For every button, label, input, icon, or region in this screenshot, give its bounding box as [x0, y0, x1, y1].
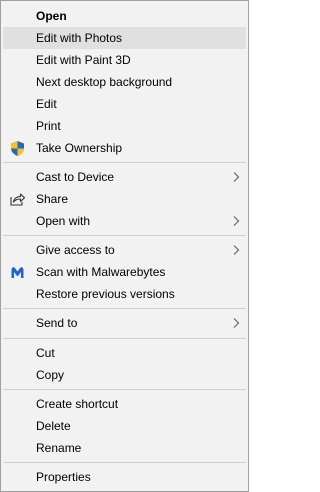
malwarebytes-icon: [9, 264, 26, 281]
uac-shield-icon: [9, 140, 26, 157]
menu-separator: [3, 338, 246, 339]
menu-item-next-desktop-background-label: Next desktop background: [36, 75, 173, 89]
menu-item-delete[interactable]: Delete: [3, 415, 246, 437]
menu-item-take-ownership-label: Take Ownership: [36, 141, 123, 155]
menu-separator: [3, 162, 246, 163]
menu-item-copy-label: Copy: [36, 368, 65, 382]
chevron-right-icon: [230, 244, 242, 256]
menu-item-properties-label: Properties: [36, 470, 91, 484]
menu-item-edit-label: Edit: [36, 97, 57, 111]
menu-item-scan-with-malwarebytes-label: Scan with Malwarebytes: [36, 265, 166, 279]
menu-item-edit[interactable]: Edit: [3, 93, 246, 115]
menu-separator: [3, 308, 246, 309]
menu-item-rename[interactable]: Rename: [3, 437, 246, 459]
menu-item-cut-label: Cut: [36, 346, 55, 360]
menu-item-edit-with-paint-3d[interactable]: Edit with Paint 3D: [3, 49, 246, 71]
menu-item-take-ownership[interactable]: Take Ownership: [3, 137, 246, 159]
menu-item-cast-to-device[interactable]: Cast to Device: [3, 166, 246, 188]
chevron-right-icon: [230, 317, 242, 329]
menu-item-rename-label: Rename: [36, 441, 82, 455]
menu-item-open[interactable]: Open: [3, 5, 246, 27]
menu-item-send-to-label: Send to: [36, 316, 78, 330]
menu-item-open-with[interactable]: Open with: [3, 210, 246, 232]
menu-item-create-shortcut[interactable]: Create shortcut: [3, 393, 246, 415]
menu-item-next-desktop-background[interactable]: Next desktop background: [3, 71, 246, 93]
menu-item-print-label: Print: [36, 119, 61, 133]
menu-item-print[interactable]: Print: [3, 115, 246, 137]
menu-item-cut[interactable]: Cut: [3, 342, 246, 364]
chevron-right-icon: [230, 215, 242, 227]
menu-item-give-access-to[interactable]: Give access to: [3, 239, 246, 261]
menu-item-scan-with-malwarebytes[interactable]: Scan with Malwarebytes: [3, 261, 246, 283]
menu-item-restore-previous-versions[interactable]: Restore previous versions: [3, 283, 246, 305]
menu-separator: [3, 389, 246, 390]
menu-separator: [3, 462, 246, 463]
menu-item-delete-label: Delete: [36, 419, 71, 433]
menu-item-share-label: Share: [36, 192, 69, 206]
menu-item-create-shortcut-label: Create shortcut: [36, 397, 119, 411]
menu-item-restore-previous-versions-label: Restore previous versions: [36, 287, 175, 301]
menu-item-open-label: Open: [36, 9, 67, 23]
menu-item-edit-with-photos-label: Edit with Photos: [36, 31, 123, 45]
menu-item-give-access-to-label: Give access to: [36, 243, 115, 257]
menu-item-edit-with-paint-3d-label: Edit with Paint 3D: [36, 53, 131, 67]
menu-item-copy[interactable]: Copy: [3, 364, 246, 386]
menu-item-cast-to-device-label: Cast to Device: [36, 170, 115, 184]
menu-item-open-with-label: Open with: [36, 214, 91, 228]
menu-separator: [3, 235, 246, 236]
menu-item-send-to[interactable]: Send to: [3, 312, 246, 334]
menu-item-properties[interactable]: Properties: [3, 466, 246, 488]
share-icon: [9, 191, 26, 208]
menu-item-edit-with-photos[interactable]: Edit with Photos: [3, 27, 246, 49]
menu-item-share[interactable]: Share: [3, 188, 246, 210]
chevron-right-icon: [230, 171, 242, 183]
context-menu: Open Edit with Photos Edit with Paint 3D…: [0, 0, 249, 492]
